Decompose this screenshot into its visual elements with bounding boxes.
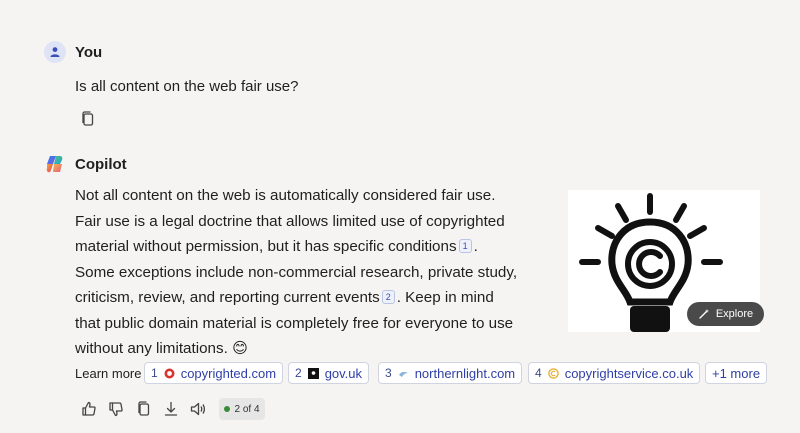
source-site: gov.uk <box>324 365 363 381</box>
source-number: 3 <box>385 366 392 380</box>
source-chip-2[interactable]: 2 gov.uk <box>288 362 370 384</box>
copyrightservice-favicon-icon <box>547 367 559 379</box>
person-icon <box>50 47 60 57</box>
magic-wand-icon <box>699 309 709 319</box>
user-avatar <box>44 41 66 63</box>
explore-label: Explore <box>715 308 754 320</box>
source-site: copyrighted.com <box>180 365 277 381</box>
source-number: 4 <box>535 366 542 380</box>
user-name: You <box>75 44 103 61</box>
pager-label: 2 of 4 <box>234 403 260 415</box>
govuk-favicon-icon <box>307 367 319 379</box>
user-message: Is all content on the web fair use? <box>75 78 299 95</box>
more-sources-label: +1 more <box>712 365 761 381</box>
response-pager[interactable]: 2 of 4 <box>219 398 265 420</box>
more-sources-button[interactable]: +1 more <box>705 362 768 384</box>
citation-badge[interactable]: 1 <box>458 239 472 253</box>
source-chip-1[interactable]: 1 copyrighted.com <box>144 362 284 384</box>
learn-more-label: Learn more <box>75 366 142 381</box>
source-site: copyrightservice.co.uk <box>564 365 694 381</box>
northernlight-favicon-icon <box>398 371 408 377</box>
source-site: northernlight.com <box>414 365 516 381</box>
source-chip-3[interactable]: 3 northernlight.com <box>378 362 523 384</box>
explore-button[interactable]: Explore <box>687 302 764 326</box>
copilot-answer: Not all content on the web is automatica… <box>75 183 520 362</box>
answer-text-1: Not all content on the web is automatica… <box>75 187 505 255</box>
citation-badge[interactable]: 2 <box>381 290 395 304</box>
thumbs-up-icon[interactable] <box>80 400 98 418</box>
status-dot-icon <box>224 406 231 412</box>
copilot-name: Copilot <box>75 156 127 173</box>
source-number: 2 <box>295 366 302 380</box>
read-aloud-icon[interactable] <box>189 400 207 418</box>
copilot-logo-icon <box>44 153 66 175</box>
thumbs-down-icon[interactable] <box>107 400 125 418</box>
copy-message-icon[interactable] <box>79 110 97 128</box>
copyrighted-favicon-icon <box>164 368 175 378</box>
source-chip-4[interactable]: 4 copyrightservice.co.uk <box>528 362 701 384</box>
source-number: 1 <box>151 366 158 380</box>
smile-emoji: 😊 <box>232 340 248 357</box>
copy-icon[interactable] <box>135 400 153 418</box>
download-icon[interactable] <box>162 400 180 418</box>
